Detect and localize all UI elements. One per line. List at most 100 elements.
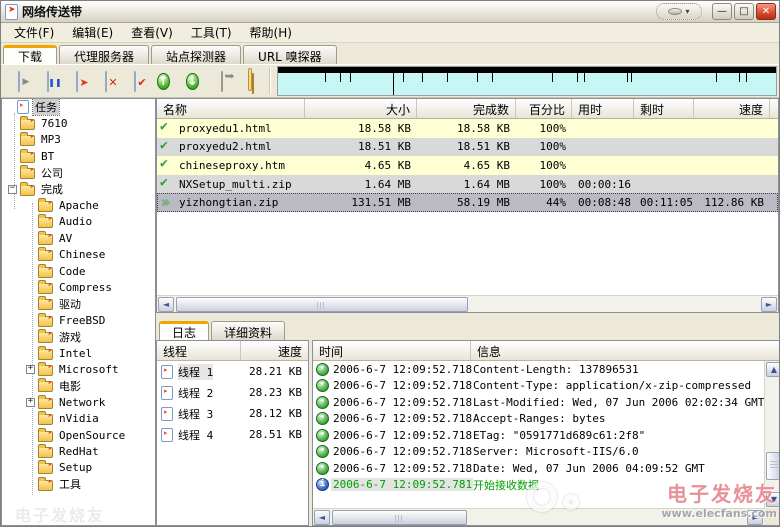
column-header[interactable]: 速度 [694,99,770,118]
drop-zone-icon[interactable]: ▾ [656,3,702,20]
tree-expander-icon[interactable] [26,463,35,472]
log-vertical-scrollbar[interactable]: ▲ ▼ [764,361,779,508]
tree-item[interactable]: AV [2,230,155,246]
main-tab[interactable]: 下载 [3,45,58,64]
task-row[interactable]: proxyedu1.html 18.58 KB 18.58 KB 100% [157,119,778,138]
scroll-right-arrow-icon[interactable]: ► [747,510,764,525]
log-horizontal-scrollbar[interactable]: ◄ ► [313,508,765,525]
minimize-button[interactable]: — [712,3,732,20]
log-row[interactable]: 2006-6-7 12:09:52.718 Content-Length: 13… [313,361,764,378]
tree-expander-icon[interactable] [26,480,35,489]
scrollbar-thumb[interactable] [766,452,779,481]
scrollbar-thumb[interactable] [176,297,468,312]
scrollbar-thumb[interactable] [332,510,468,525]
toolbar-button[interactable] [207,67,236,95]
task-row[interactable]: NXSetup_multi.zip 1.64 MB 1.64 MB 100% 0… [157,174,778,194]
column-header[interactable]: 百分比 [516,99,572,118]
scroll-right-arrow-icon[interactable]: ► [761,297,777,312]
tree-item[interactable]: Code [2,263,155,279]
column-header[interactable]: 完成数 [417,99,516,118]
menu-item[interactable]: 文件(F) [5,22,63,43]
task-row[interactable]: yizhongtian.zip 131.51 MB 58.19 MB 44% 0… [157,193,778,212]
tree-expander-icon[interactable] [26,381,35,390]
tree-item[interactable]: RedHat [2,443,155,459]
tree-item[interactable]: MP3 [2,132,155,148]
tree-expander-icon[interactable] [8,119,17,128]
tree-item[interactable]: Intel [2,345,155,361]
tree-item[interactable]: 驱动 [2,296,155,312]
toolbar-button[interactable] [4,67,33,95]
tree-expander-icon[interactable] [26,349,35,358]
column-header[interactable]: 速度 [241,341,308,360]
scroll-down-arrow-icon[interactable]: ▼ [766,492,779,507]
toolbar-button[interactable]: ↓ [178,67,207,95]
menu-item[interactable]: 编辑(E) [63,22,122,43]
scroll-left-arrow-icon[interactable]: ◄ [314,510,330,525]
tree-expander-icon[interactable] [26,283,35,292]
tree-expander-icon[interactable] [8,168,17,177]
tree-item[interactable]: Setup [2,460,155,476]
menu-item[interactable]: 查看(V) [122,22,182,43]
column-header[interactable]: 用时 [572,99,634,118]
tree-expander-icon[interactable] [26,267,35,276]
thread-row[interactable]: 线程 3 28.12 KB [157,403,308,424]
tree-item[interactable]: Audio [2,214,155,230]
tree-expander-icon[interactable] [8,135,17,144]
tree-item[interactable]: FreeBSD [2,312,155,328]
tree-item[interactable]: 工具 [2,476,155,492]
tree-item[interactable]: Apache [2,197,155,213]
tree-expander-icon[interactable] [26,299,35,308]
task-row[interactable]: proxyedu2.html 18.51 KB 18.51 KB 100% [157,137,778,157]
column-header[interactable]: 信息 [471,341,764,360]
column-header[interactable]: 剩时 [634,99,694,118]
column-header[interactable]: 大小 [305,99,417,118]
toolbar-button[interactable]: ↑ [149,67,178,95]
tree-item[interactable]: 7610 [2,115,155,131]
log-row[interactable]: 2006-6-7 12:09:52.718 Last-Modified: Wed… [313,394,764,411]
tree-expander-icon[interactable] [5,103,14,112]
tree-item[interactable]: 电影 [2,378,155,394]
tree-expander-icon[interactable] [26,414,35,423]
tree-expander-icon[interactable] [26,217,35,226]
log-row[interactable]: 2006-6-7 12:09:52.718 Date: Wed, 07 Jun … [313,460,764,477]
tree-expander-icon[interactable] [26,234,35,243]
scroll-up-arrow-icon[interactable]: ▲ [766,362,779,377]
log-row[interactable]: 2006-6-7 12:09:52.718 Server: Microsoft-… [313,444,764,461]
maximize-button[interactable]: □ [734,3,754,20]
scroll-left-arrow-icon[interactable]: ◄ [158,297,174,312]
log-row[interactable]: 2006-6-7 12:09:52.718 ETag: "0591771d689… [313,427,764,444]
tree-expander-icon[interactable] [26,332,35,341]
main-tab[interactable]: 代理服务器 [59,45,150,64]
toolbar-button[interactable] [236,67,265,95]
tree-expander-icon[interactable] [8,152,17,161]
tree-expander-icon[interactable] [26,431,35,440]
tree-expander-icon[interactable] [26,250,35,259]
tree-item[interactable]: 公司 [2,165,155,181]
tree-item[interactable]: nVidia [2,410,155,426]
column-header[interactable]: 时间 [313,341,471,360]
thread-row[interactable]: 线程 4 28.51 KB [157,424,308,445]
main-tab[interactable]: URL 嗅探器 [243,45,337,64]
main-tab[interactable]: 站点探测器 [151,45,242,64]
tree-expander-icon[interactable] [26,447,35,456]
log-tab[interactable]: 详细资料 [211,321,286,340]
thread-row[interactable]: 线程 2 28.23 KB [157,382,308,403]
column-header[interactable]: 名称 [157,99,305,118]
close-button[interactable]: ✕ [756,3,776,20]
tree-expander-icon[interactable] [26,201,35,210]
tree-item[interactable]: 游戏 [2,328,155,344]
task-row[interactable]: chineseproxy.htm 4.65 KB 4.65 KB 100% [157,156,778,175]
tree-expander-icon[interactable] [26,396,35,407]
toolbar-button[interactable] [33,67,62,95]
tree-item[interactable]: Chinese [2,247,155,263]
tree-expander-icon[interactable] [26,363,35,374]
log-row[interactable]: 2006-6-7 12:09:52.718 Content-Type: appl… [313,378,764,395]
toolbar-button[interactable] [91,67,120,95]
tree-item[interactable]: OpenSource [2,427,155,443]
column-header[interactable]: 线程 [157,341,241,360]
log-tab[interactable]: 日志 [159,321,210,340]
log-row[interactable]: 2006-6-7 12:09:52.781 开始接收数据 [313,477,764,494]
menu-item[interactable]: 帮助(H) [241,22,301,43]
tree-item[interactable]: 完成 [2,181,155,197]
task-horizontal-scrollbar[interactable]: ◄ ► [157,295,778,312]
